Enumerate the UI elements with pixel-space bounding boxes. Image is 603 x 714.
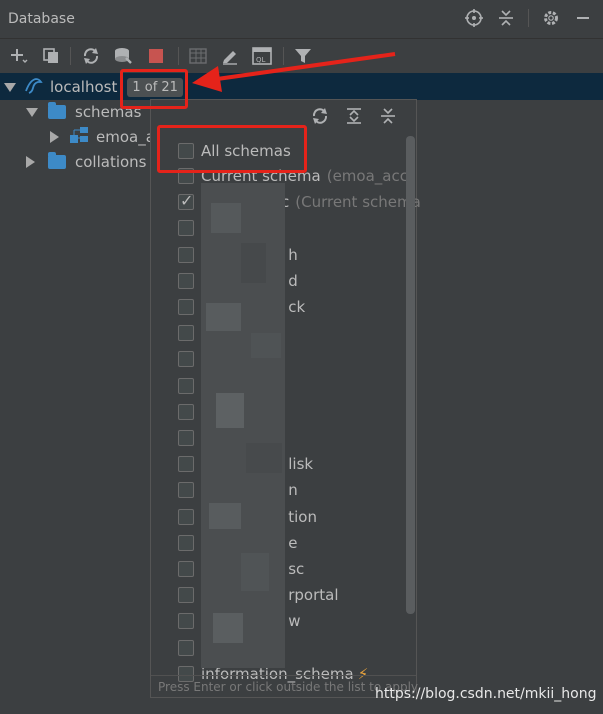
schema-checkbox[interactable]: [178, 587, 194, 604]
schema-hint: h: [288, 245, 298, 264]
tree-label-localhost: localhost: [50, 78, 118, 96]
schema-hint: w: [288, 612, 301, 631]
schema-checkbox[interactable]: [178, 534, 194, 551]
redacted-pixelated-area: [201, 183, 285, 668]
schema-hint: sc: [288, 560, 305, 578]
schema-hint: d: [288, 271, 298, 290]
tree-label-schema: emoa_a: [96, 128, 155, 146]
schema-checkbox[interactable]: [178, 191, 194, 211]
schema-checkbox[interactable]: [178, 403, 194, 420]
annotation-box-badge: [120, 69, 188, 109]
schema-checkbox[interactable]: [178, 220, 194, 237]
schema-hint: (emoa_acc): [326, 167, 414, 185]
schema-hint: n: [288, 481, 298, 500]
db-tools-icon[interactable]: [112, 46, 134, 66]
schema-checkbox[interactable]: [178, 246, 194, 263]
copy-icon[interactable]: [40, 46, 62, 66]
folder-icon: [48, 152, 66, 169]
schema-checkbox[interactable]: [178, 377, 194, 394]
svg-text:QL: QL: [256, 56, 266, 64]
expand-arrow-icon[interactable]: [4, 82, 16, 92]
schema-hint: ck: [288, 298, 306, 316]
collapse-all-icon[interactable]: [378, 106, 398, 126]
refresh-icon[interactable]: [310, 106, 330, 126]
edit-icon[interactable]: [219, 46, 241, 66]
sql-console-icon[interactable]: QL: [251, 46, 273, 66]
expand-arrow-icon[interactable]: [50, 131, 59, 143]
panel-header: Database: [0, 0, 603, 38]
gear-icon[interactable]: [541, 8, 561, 28]
schema-hint: tion: [288, 507, 317, 526]
toolbar: QL: [0, 38, 603, 74]
refresh-icon[interactable]: [80, 46, 102, 66]
expand-all-icon[interactable]: [344, 106, 364, 126]
panel-title: Database: [8, 11, 75, 27]
table-icon[interactable]: [187, 46, 209, 66]
tree-node-collations[interactable]: collations: [26, 149, 147, 175]
expand-arrow-icon[interactable]: [26, 107, 38, 117]
annotation-box-all-schemas: [157, 125, 307, 173]
schema-hint: (Current schema: [295, 193, 421, 212]
schema-hint: rportal: [288, 586, 339, 605]
schema-checkbox[interactable]: [178, 430, 194, 446]
crosshair-icon[interactable]: [464, 8, 484, 28]
mysql-dolphin-icon: [24, 76, 46, 98]
stop-icon[interactable]: [145, 46, 167, 66]
collapse-all-icon[interactable]: [496, 8, 516, 28]
schema-hint: e: [288, 533, 298, 552]
tree-node-schema[interactable]: emoa_a: [50, 124, 155, 150]
schema-checkbox[interactable]: [178, 299, 194, 315]
folder-icon: [48, 102, 66, 119]
watermark-text: https://blog.csdn.net/mkii_hong: [375, 686, 597, 702]
schema-checkbox[interactable]: [178, 613, 194, 630]
schema-checkbox[interactable]: [178, 325, 194, 342]
tree-label-collations: collations: [75, 153, 147, 171]
schema-checkbox[interactable]: [178, 351, 194, 368]
schema-checkbox[interactable]: [178, 272, 194, 289]
schema-checkbox[interactable]: [178, 482, 194, 499]
schema-checkbox[interactable]: [178, 639, 194, 656]
schema-hint: lisk: [288, 455, 314, 474]
filter-icon[interactable]: [292, 46, 314, 66]
schema-icon: [69, 126, 89, 148]
popup-scrollbar[interactable]: [406, 136, 415, 614]
expand-arrow-icon[interactable]: [26, 156, 35, 168]
popup-divider: [151, 675, 416, 676]
schema-checkbox[interactable]: [178, 508, 194, 525]
add-icon[interactable]: [8, 46, 30, 66]
schema-checkbox[interactable]: [178, 456, 194, 473]
minimize-icon[interactable]: [573, 8, 593, 28]
schema-checkbox[interactable]: [178, 561, 194, 577]
